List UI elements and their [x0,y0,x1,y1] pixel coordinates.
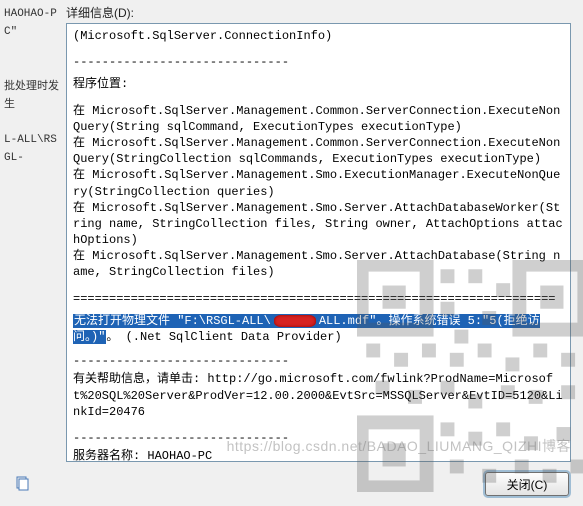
bottom-bar: 关闭(C) [0,462,583,506]
connection-info-line: (Microsoft.SqlServer.ConnectionInfo) [73,28,564,44]
left-text-1: HAOHAO-PC" [4,6,60,41]
red-redaction [272,314,318,328]
stack-line-3: 在 Microsoft.SqlServer.Management.Smo.Exe… [73,167,564,199]
detail-textarea[interactable]: (Microsoft.SqlServer.ConnectionInfo) ---… [66,23,571,462]
separator-dashes-2: ------------------------------ [73,353,564,369]
detail-label: 详细信息(D): [66,4,571,21]
help-link-text: 有关帮助信息，请单击: http://go.microsoft.com/fwli… [73,371,564,420]
left-text-3: L-ALL\RSGL- [4,132,60,167]
separator-dashes-3: ------------------------------ [73,430,564,446]
error-tail: 。 (.Net SqlClient Data Provider) [106,330,341,344]
stack-line-4: 在 Microsoft.SqlServer.Management.Smo.Ser… [73,200,564,249]
detail-column: 详细信息(D): (Microsoft.SqlServer.Connection… [62,0,583,462]
stack-line-2: 在 Microsoft.SqlServer.Management.Common.… [73,135,564,167]
error-line: 无法打开物理文件 "F:\RSGL-ALL\ALL.mdf"。操作系统错误 5:… [73,313,564,345]
stack-line-5: 在 Microsoft.SqlServer.Management.Smo.Ser… [73,248,564,280]
program-location-heading: 程序位置: [73,76,564,92]
left-text-2: 批处理时发生 [4,79,60,114]
redacted-icon [274,315,316,327]
stack-line-1: 在 Microsoft.SqlServer.Management.Common.… [73,103,564,135]
left-fragment-column: HAOHAO-PC" 批处理时发生 L-ALL\RSGL- [0,0,62,462]
copy-icon[interactable] [14,476,30,492]
separator-dashes: ------------------------------ [73,54,564,70]
content-row: HAOHAO-PC" 批处理时发生 L-ALL\RSGL- 详细信息(D): (… [0,0,583,462]
dialog-window: HAOHAO-PC" 批处理时发生 L-ALL\RSGL- 详细信息(D): (… [0,0,583,506]
stack-trace: 在 Microsoft.SqlServer.Management.Common.… [73,103,564,281]
close-button[interactable]: 关闭(C) [485,472,569,496]
stat-server: 服务器名称: HAOHAO-PC [73,448,564,462]
error-stats: 服务器名称: HAOHAO-PC 错误号: 5120 严重性: 16 状态: 1… [73,448,564,462]
separator-equals: ========================================… [73,291,564,307]
error-highlight-part1: 无法打开物理文件 "F:\RSGL-ALL\ [73,314,272,328]
